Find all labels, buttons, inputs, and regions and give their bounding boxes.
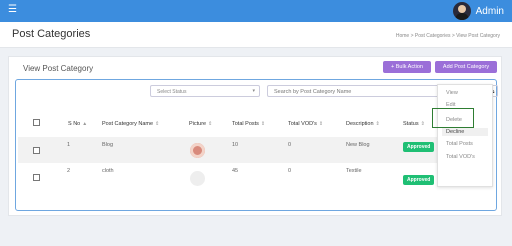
- status-badge: Approved: [403, 142, 435, 152]
- status-select-placeholder: Select Status: [157, 89, 187, 95]
- column-header-status[interactable]: Status ⇕: [403, 121, 425, 127]
- column-header-total-posts[interactable]: Total Posts ⇕: [232, 121, 265, 127]
- table-row[interactable]: 2 cloth 45 0 Textile Approved: [18, 164, 443, 190]
- cell-sno: 2: [67, 168, 71, 174]
- table-row[interactable]: 1 Blog 10 0 New Blog Approved: [18, 137, 443, 163]
- breadcrumb[interactable]: Home > Post Categories > View Post Categ…: [396, 33, 500, 39]
- sort-icon: ⇕: [155, 121, 160, 127]
- page-header: Post Categories Home > Post Categories >…: [0, 22, 512, 48]
- cell-name: cloth: [102, 168, 114, 174]
- cell-description: New Blog: [346, 142, 370, 148]
- row-checkbox[interactable]: [33, 174, 40, 181]
- chevron-down-icon: ▾: [252, 88, 255, 94]
- menu-item-view[interactable]: View: [442, 90, 488, 96]
- page-title: Post Categories: [12, 28, 91, 40]
- bulk-action-button[interactable]: + Bulk Action: [383, 61, 431, 73]
- category-picture: [190, 171, 205, 186]
- column-header-sno[interactable]: S No ▲: [68, 121, 87, 127]
- status-badge: Approved: [403, 175, 435, 185]
- user-menu[interactable]: Admin: [452, 2, 504, 20]
- card-title: View Post Category: [23, 64, 94, 73]
- menu-item-total-posts[interactable]: Total Posts: [442, 141, 488, 147]
- cell-total-vods: 0: [288, 168, 292, 174]
- category-picture: [190, 143, 205, 158]
- top-navbar: ☰ Admin: [0, 0, 512, 22]
- row-action-menu: View Edit Delete Decline Total Posts Tot…: [437, 84, 493, 187]
- status-select[interactable]: Select Status ▾: [150, 85, 260, 97]
- category-card: View Post Category + Bulk Action Add Pos…: [8, 56, 502, 216]
- sort-icon: ⇕: [375, 121, 380, 127]
- cell-name: Blog: [102, 142, 114, 148]
- select-all-checkbox[interactable]: [33, 119, 40, 126]
- cell-total-vods: 0: [288, 142, 292, 148]
- cell-sno: 1: [67, 142, 71, 148]
- add-post-category-button[interactable]: Add Post Category: [435, 61, 497, 73]
- selection-highlight: [432, 108, 474, 128]
- cell-description: Textile: [346, 168, 362, 174]
- column-header-description[interactable]: Description ⇕: [346, 121, 380, 127]
- sort-asc-icon: ▲: [82, 121, 88, 127]
- sort-icon: ⇕: [260, 121, 266, 127]
- cell-total-posts: 10: [232, 142, 239, 148]
- menu-item-decline[interactable]: Decline: [442, 128, 488, 136]
- column-header-picture[interactable]: Picture ⇕: [189, 121, 212, 127]
- sort-icon: ⇕: [318, 121, 324, 127]
- user-name[interactable]: Admin: [476, 6, 504, 17]
- cell-total-posts: 45: [232, 168, 239, 174]
- sort-icon: ⇕: [208, 121, 213, 127]
- menu-item-total-vods[interactable]: Total VOD's: [442, 154, 488, 160]
- table-panel: Select Status ▾ Search by Post Category …: [15, 79, 498, 211]
- sort-icon: ⇕: [420, 121, 425, 127]
- column-header-name[interactable]: Post Category Name ⇕: [102, 121, 159, 127]
- column-header-total-vods[interactable]: Total VOD's ⇕: [288, 121, 323, 127]
- hamburger-menu-icon[interactable]: ☰: [8, 5, 17, 15]
- row-checkbox[interactable]: [33, 147, 40, 154]
- avatar[interactable]: [452, 2, 471, 20]
